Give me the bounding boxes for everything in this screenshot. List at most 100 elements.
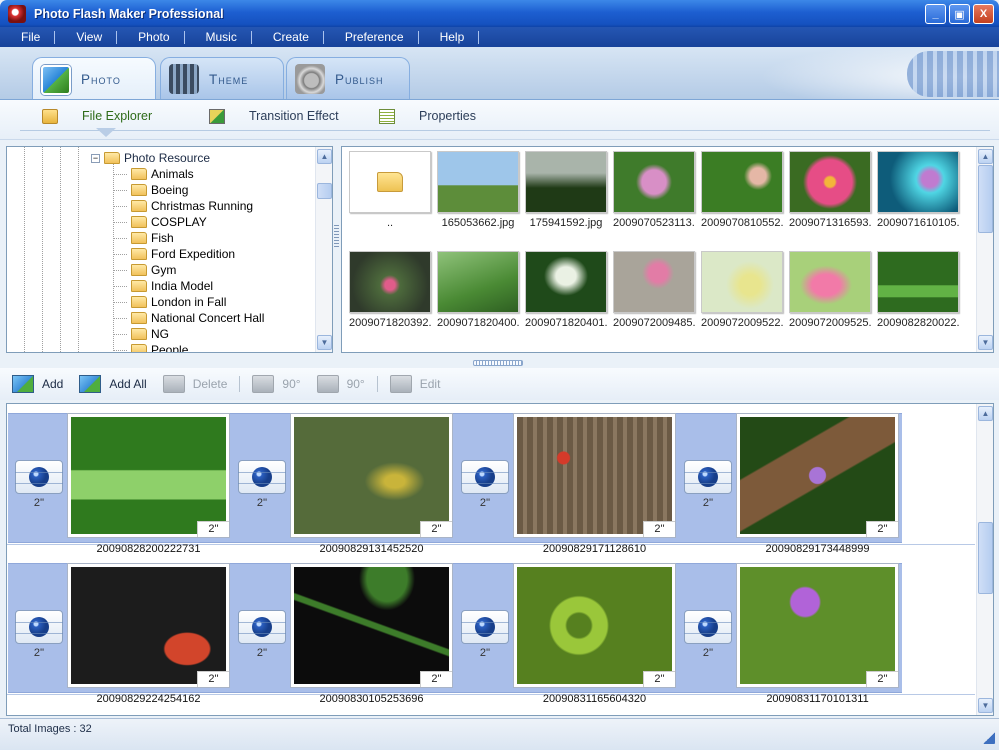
photo-duration[interactable]: 2'' <box>643 521 675 537</box>
tree-node-animals[interactable]: Animals <box>113 166 194 182</box>
delete-button[interactable]: Delete <box>155 372 236 396</box>
tree-node-cosplay[interactable]: COSPLAY <box>113 214 207 230</box>
minimize-button[interactable]: _ <box>925 4 946 24</box>
scroll-up-arrow-icon[interactable]: ▲ <box>978 406 993 421</box>
photo-duration[interactable]: 2'' <box>643 671 675 687</box>
storyboard-photo[interactable]: 2'' <box>736 413 899 538</box>
menu-preference[interactable]: Preference <box>324 30 419 44</box>
photo-duration[interactable]: 2'' <box>866 671 898 687</box>
file-thumbnail[interactable]: 2009071820401... <box>525 251 607 329</box>
thumbnail-image <box>349 251 431 313</box>
tree-node-india-model[interactable]: India Model <box>113 278 213 294</box>
storyboard-item[interactable]: 2'' 2'' 20090829171128610 <box>453 413 676 555</box>
file-thumbnail[interactable]: 175941592.jpg <box>525 151 607 229</box>
file-thumbnail[interactable]: 2009072009485... <box>613 251 695 329</box>
tab-theme[interactable]: Theme <box>160 57 284 99</box>
storyboard-photo[interactable]: 2'' <box>513 563 676 688</box>
scroll-down-arrow-icon[interactable]: ▼ <box>317 335 332 350</box>
subtab-file-explorer[interactable]: File Explorer <box>42 106 152 126</box>
tree-node-london-in-fall[interactable]: London in Fall <box>113 294 226 310</box>
add-all-button[interactable]: Add All <box>71 372 154 396</box>
photo-duration[interactable]: 2'' <box>197 671 229 687</box>
storyboard-photo[interactable]: 2'' <box>67 563 230 688</box>
tab-publish[interactable]: Publish <box>286 57 410 99</box>
transition-button[interactable] <box>15 460 63 494</box>
collapse-toggle-icon[interactable]: − <box>91 153 100 163</box>
storyboard-item[interactable]: 2'' 2'' 20090829224254162 <box>7 563 230 705</box>
storyboard-item[interactable]: 2'' 2'' 20090831170101311 <box>676 563 899 705</box>
menu-file[interactable]: File <box>0 30 56 44</box>
tree-node-photo-resource[interactable]: − Photo Resource <box>91 150 210 166</box>
rotate-left-button[interactable]: 90° <box>244 372 308 396</box>
transition-button[interactable] <box>461 460 509 494</box>
file-thumbnail[interactable]: 2009071316593... <box>789 151 871 229</box>
file-thumbnail-parent-folder[interactable]: .. <box>349 151 431 229</box>
tree-node-people[interactable]: People <box>113 342 188 352</box>
transition-button[interactable] <box>461 610 509 644</box>
file-name: 2009072009525... <box>789 317 871 329</box>
storyboard-photo[interactable]: 2'' <box>290 563 453 688</box>
tree-node-christmas-running[interactable]: Christmas Running <box>113 198 253 214</box>
tree-node-national-concert-hall[interactable]: National Concert Hall <box>113 310 264 326</box>
file-thumbnail[interactable]: 2009071610105... <box>877 151 959 229</box>
scroll-down-arrow-icon[interactable]: ▼ <box>978 335 993 350</box>
menu-photo[interactable]: Photo <box>117 30 185 44</box>
file-grid-scrollbar[interactable]: ▲ ▼ <box>976 147 993 352</box>
file-thumbnail[interactable]: 165053662.jpg <box>437 151 519 229</box>
resize-grip-icon[interactable] <box>983 732 995 744</box>
storyboard-photo[interactable]: 2'' <box>290 413 453 538</box>
add-button[interactable]: Add <box>4 372 71 396</box>
menu-music[interactable]: Music <box>185 30 252 44</box>
rotate-right-button[interactable]: 90° <box>309 372 373 396</box>
menu-help[interactable]: Help <box>419 30 480 44</box>
photo-duration[interactable]: 2'' <box>197 521 229 537</box>
horizontal-splitter-handle[interactable] <box>473 360 523 366</box>
tree-node-ford-expedition[interactable]: Ford Expedition <box>113 246 235 262</box>
file-thumbnail[interactable]: 2009070810552... <box>701 151 783 229</box>
scroll-thumb[interactable] <box>978 165 993 233</box>
tree-node-ng[interactable]: NG <box>113 326 169 342</box>
storyboard-item[interactable]: 2'' 2'' 20090831165604320 <box>453 563 676 705</box>
file-thumbnail[interactable]: 2009071820400... <box>437 251 519 329</box>
tree-node-gym[interactable]: Gym <box>113 262 176 278</box>
storyboard-item[interactable]: 2'' 2'' 20090828200222731 <box>7 413 230 555</box>
maximize-button[interactable]: ▣ <box>949 4 970 24</box>
photo-duration[interactable]: 2'' <box>420 521 452 537</box>
file-thumbnail[interactable]: 2009070523113... <box>613 151 695 229</box>
file-thumbnail[interactable]: 2009072009525... <box>789 251 871 329</box>
scroll-thumb[interactable] <box>317 183 332 199</box>
file-thumbnail[interactable]: 2009082820022... <box>877 251 959 329</box>
menu-create[interactable]: Create <box>252 30 324 44</box>
close-button[interactable]: X <box>973 4 994 24</box>
transition-button[interactable] <box>238 460 286 494</box>
photo-duration[interactable]: 2'' <box>420 671 452 687</box>
storyboard-item[interactable]: 2'' 2'' 20090829131452520 <box>230 413 453 555</box>
tree-node-boeing[interactable]: Boeing <box>113 182 188 198</box>
photo-duration[interactable]: 2'' <box>866 521 898 537</box>
tree-guide-line <box>24 147 25 352</box>
scroll-down-arrow-icon[interactable]: ▼ <box>978 698 993 713</box>
tree-node-fish[interactable]: Fish <box>113 230 174 246</box>
storyboard-photo[interactable]: 2'' <box>736 563 899 688</box>
storyboard-photo[interactable]: 2'' <box>67 413 230 538</box>
storyboard-scrollbar[interactable]: ▲ ▼ <box>976 404 993 715</box>
scroll-up-arrow-icon[interactable]: ▲ <box>978 149 993 164</box>
transition-button[interactable] <box>238 610 286 644</box>
scroll-up-arrow-icon[interactable]: ▲ <box>317 149 332 164</box>
file-thumbnail[interactable]: 2009071820392... <box>349 251 431 329</box>
storyboard-photo[interactable]: 2'' <box>513 413 676 538</box>
vertical-splitter-handle[interactable] <box>334 225 339 249</box>
storyboard-item[interactable]: 2'' 2'' 20090829173448999 <box>676 413 899 555</box>
edit-button[interactable]: Edit <box>382 372 449 396</box>
transition-button[interactable] <box>15 610 63 644</box>
scroll-thumb[interactable] <box>978 522 993 594</box>
file-thumbnail[interactable]: 2009072009522... <box>701 251 783 329</box>
subtab-transition-effect[interactable]: Transition Effect <box>209 106 339 126</box>
menu-view[interactable]: View <box>55 30 118 44</box>
tree-scrollbar[interactable]: ▲ ▼ <box>315 147 332 352</box>
storyboard-item[interactable]: 2'' 2'' 20090830105253696 <box>230 563 453 705</box>
transition-button[interactable] <box>684 460 732 494</box>
transition-button[interactable] <box>684 610 732 644</box>
tab-photo[interactable]: Photo <box>32 57 156 99</box>
subtab-properties[interactable]: Properties <box>379 106 476 126</box>
